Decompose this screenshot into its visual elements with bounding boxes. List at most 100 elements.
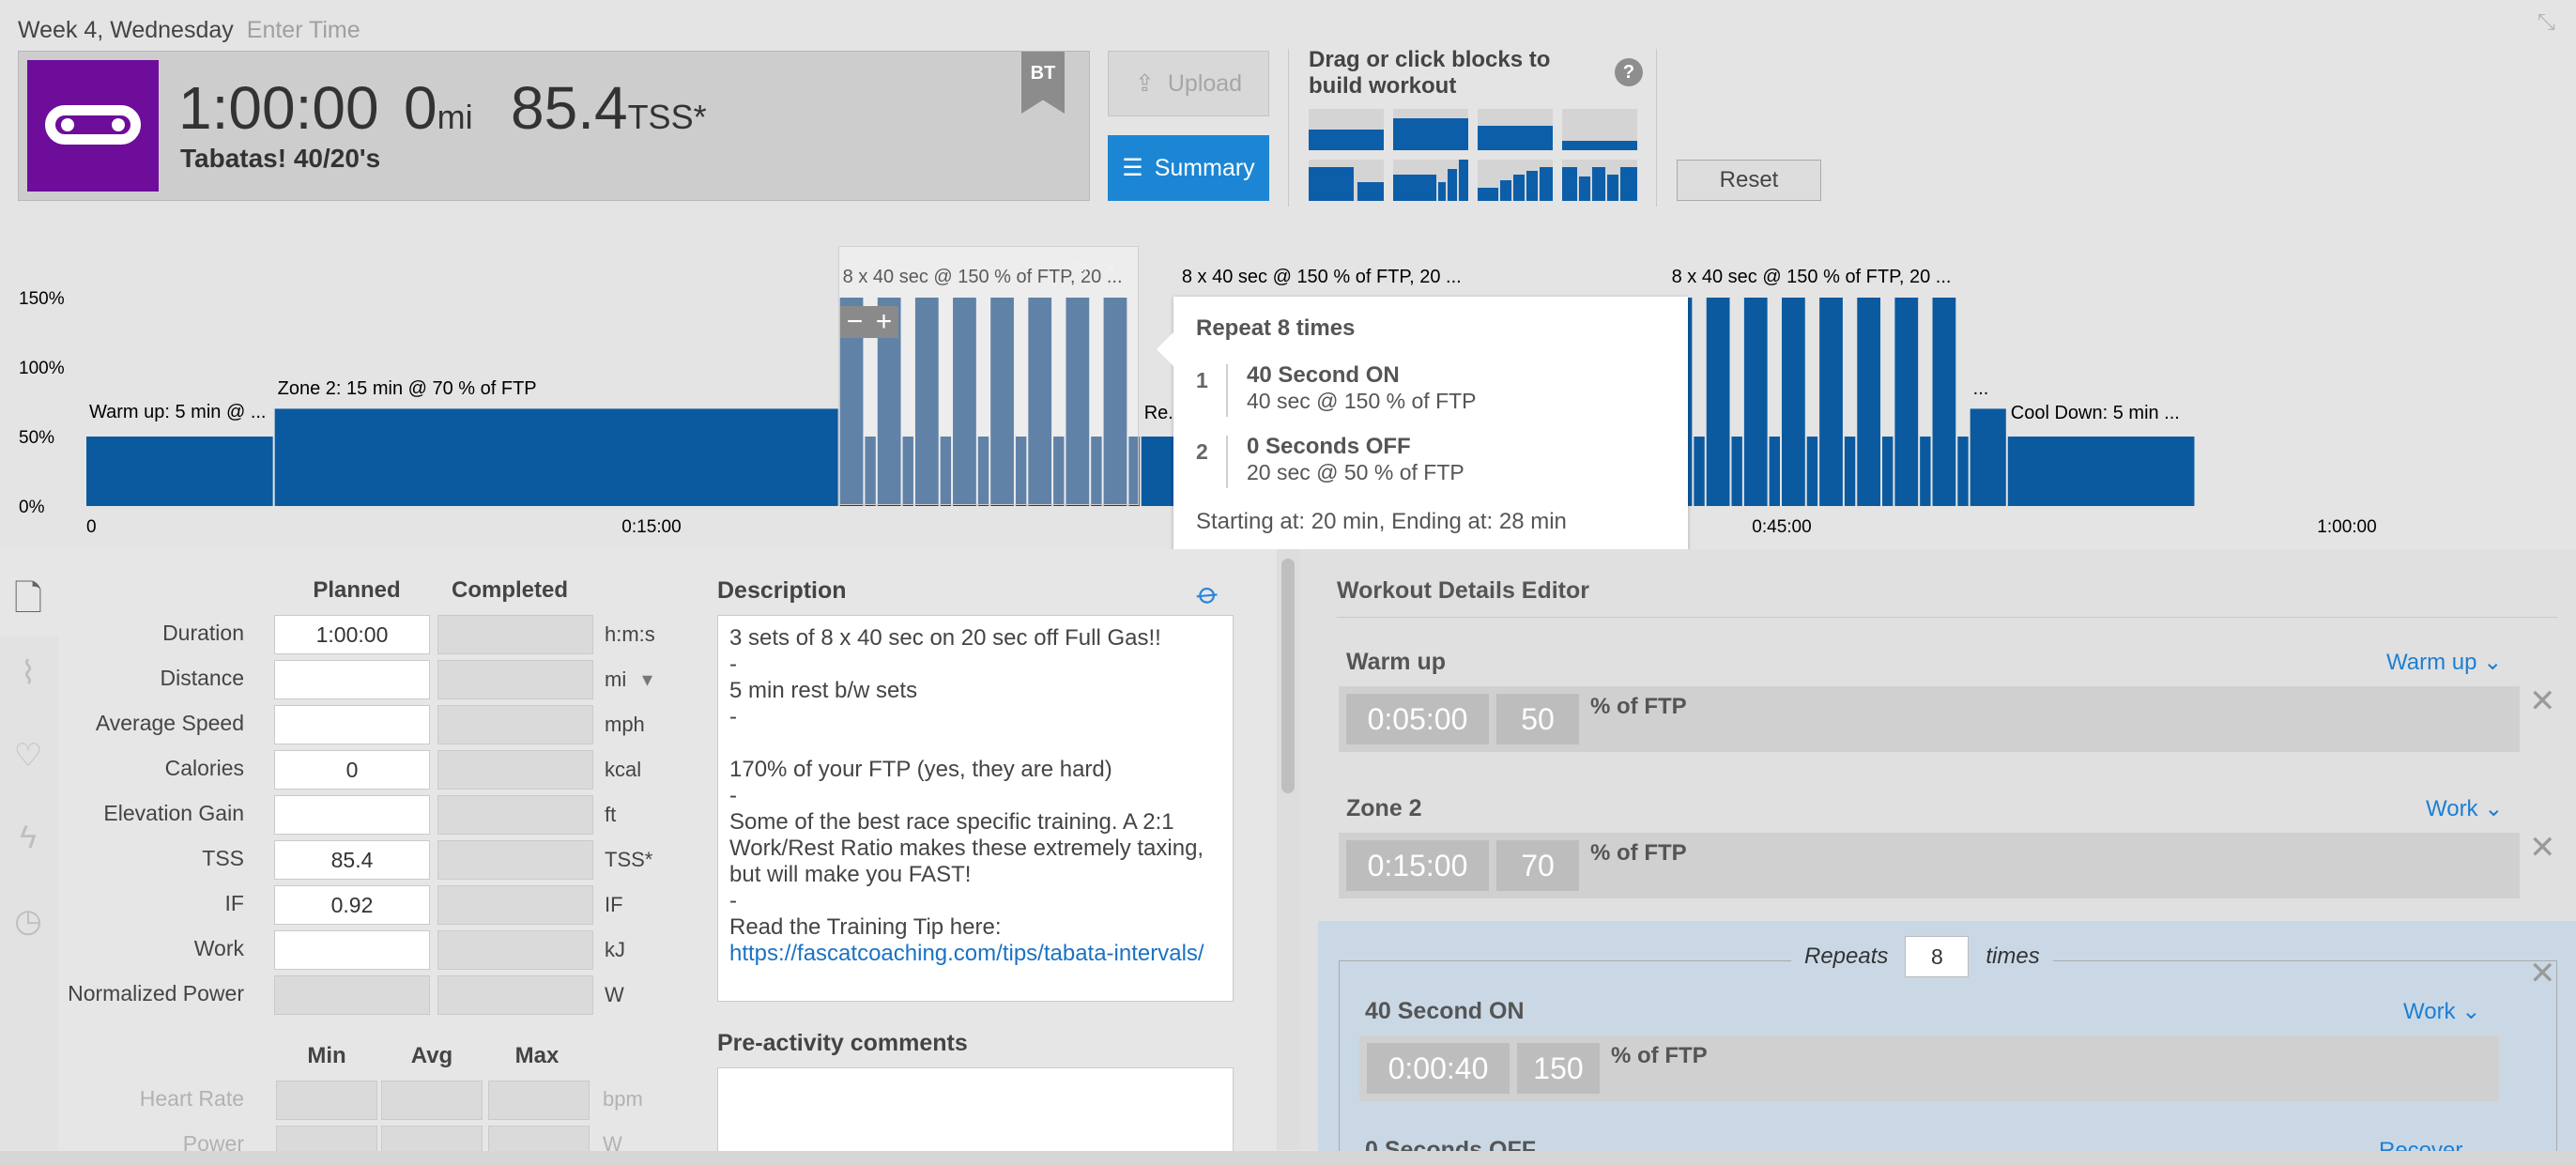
help-icon[interactable]: ? [1615,58,1643,86]
workout-step-bar [1141,437,1177,506]
stat-label: Work [193,936,244,960]
step-type-label: Warm up [2386,650,2477,675]
segment-label: Cool Down: 5 min ... [2011,403,2180,423]
zoom-controls[interactable]: − + [840,306,898,338]
planned-input[interactable] [274,930,430,970]
block-steady-high[interactable] [1393,109,1468,150]
step-unit: % of FTP [1611,1043,1708,1068]
close-selection-icon[interactable]: × [1102,253,1119,285]
y-tick-label: 0% [19,498,45,517]
step-unit: % of FTP [1590,840,1687,866]
step-name: Warm up [1346,649,1447,675]
popout-icon[interactable]: ⧉ [1072,255,1087,280]
block-ramp-up[interactable] [1393,160,1468,201]
block-repeats[interactable] [1562,160,1637,201]
heart-rate-unit: bpm [603,1087,643,1111]
step-unit: % of FTP [1590,694,1687,719]
hr-max-input [488,1081,590,1120]
tooltip-title: Repeat 8 times [1196,315,1356,341]
description-textarea[interactable]: 3 sets of 8 x 40 sec on 20 sec off Full … [717,615,1234,1002]
tss-value: 85.4 [511,74,628,142]
block-steady-mid[interactable] [1478,109,1553,150]
tooltip-step-number: 2 [1196,439,1208,464]
step-type-label: Work [2426,796,2478,821]
paperclip-icon[interactable]: ⌀ [1190,574,1227,612]
scroll-thumb[interactable] [1281,559,1295,793]
step-duration-input[interactable]: 0:00:40 [1367,1043,1510,1094]
block-build[interactable] [1478,160,1553,201]
enter-time-link[interactable]: Enter Time [247,17,360,43]
training-tip-link[interactable]: https://fascatcoaching.com/tips/tabata-i… [729,941,1204,966]
vertical-scrollbar[interactable] [1277,549,1299,1150]
list-icon: ☰ [1122,155,1143,181]
step-intensity-input[interactable]: 150 [1517,1043,1600,1094]
step-duration-input[interactable]: 0:05:00 [1346,694,1489,744]
planned-input[interactable] [274,795,430,835]
completed-input [437,615,593,654]
chevron-down-icon: ⌄ [2469,1138,2489,1151]
block-steady-base[interactable] [1562,109,1637,150]
hr-min-input [276,1081,377,1120]
planned-input[interactable]: 0.92 [274,885,430,925]
bike-sport-icon [27,60,159,192]
collapse-icon[interactable]: ⤡ [2538,9,2555,36]
stat-label: Distance [160,666,244,690]
stat-unit: IF [605,893,623,916]
distance-unit-dropdown-icon[interactable]: ▾ [642,667,652,692]
summary-button[interactable]: ☰ Summary [1108,135,1269,201]
divider [1656,49,1657,207]
step-intensity-input[interactable]: 50 [1496,694,1579,744]
document-icon[interactable]: 🗋 [6,572,51,619]
distance-value: 0 [404,74,437,142]
step-intensity-input[interactable]: 70 [1496,840,1579,891]
remove-step-icon[interactable]: ✕ [2529,829,2556,867]
summary-label: Summary [1154,154,1255,181]
step-type-dropdown[interactable]: Warm up ⌄ [2386,649,2502,676]
planned-input[interactable] [274,660,430,699]
planned-input[interactable] [274,705,430,744]
chevron-down-icon: ⌄ [2461,999,2481,1024]
interval-off-bar [1957,437,1969,506]
interval-on-bar [1782,298,1805,506]
reset-button[interactable]: Reset [1677,160,1821,201]
step-name: 0 Seconds OFF [1365,1137,1536,1151]
day-line: Week 4, Wednesday Enter Time [18,17,360,44]
planned-input[interactable]: 0 [274,750,430,790]
distance-unit: mi [437,98,473,136]
remove-repeat-icon[interactable]: ✕ [2529,955,2556,992]
step-name: 40 Second ON [1365,998,1525,1024]
zoom-out-icon[interactable]: − [847,306,864,338]
step-type-dropdown[interactable]: Work ⌄ [2426,795,2503,822]
step-type-dropdown[interactable]: Recover ⌄ [2379,1137,2488,1151]
remove-step-icon[interactable]: ✕ [2529,683,2556,720]
completed-input [437,750,593,790]
tooltip-step-name: 40 Second ON [1247,362,1400,388]
segment-label: 8 x 40 sec @ 150 % of FTP, 20 ... [1182,267,1462,287]
block-interval[interactable] [1309,160,1384,201]
horizontal-scrollbar[interactable] [0,1151,2576,1166]
selection-overlay[interactable] [838,246,1139,505]
stat-label: Normalized Power [68,981,244,1005]
pre-activity-title: Pre-activity comments [717,1030,968,1056]
step-name: Zone 2 [1346,795,1422,821]
upload-label: Upload [1167,69,1243,97]
step-type-dropdown[interactable]: Work ⌄ [2403,998,2480,1025]
zoom-in-icon[interactable]: + [876,306,893,338]
interval-off-bar [1769,437,1780,506]
block-steady-low[interactable] [1309,109,1384,150]
upload-button[interactable]: ⇪ Upload [1108,51,1269,116]
tooltip-step-name: 0 Seconds OFF [1247,434,1411,459]
step-duration-input[interactable]: 0:15:00 [1346,840,1489,891]
planned-input[interactable]: 1:00:00 [274,615,430,654]
stat-label: Calories [164,756,244,780]
hr-avg-input [381,1081,483,1120]
interval-on-bar [1932,298,1956,506]
stat-label: Elevation Gain [103,801,244,825]
heart-rate-label: Heart Rate [139,1086,244,1111]
x-tick-label: 0:45:00 [1752,517,1811,537]
planned-input[interactable]: 85.4 [274,840,430,880]
repeat-count-input[interactable]: 8 [1905,936,1970,977]
segment-label: ... [1973,378,1989,399]
completed-input [437,885,593,925]
completed-input [437,840,593,880]
